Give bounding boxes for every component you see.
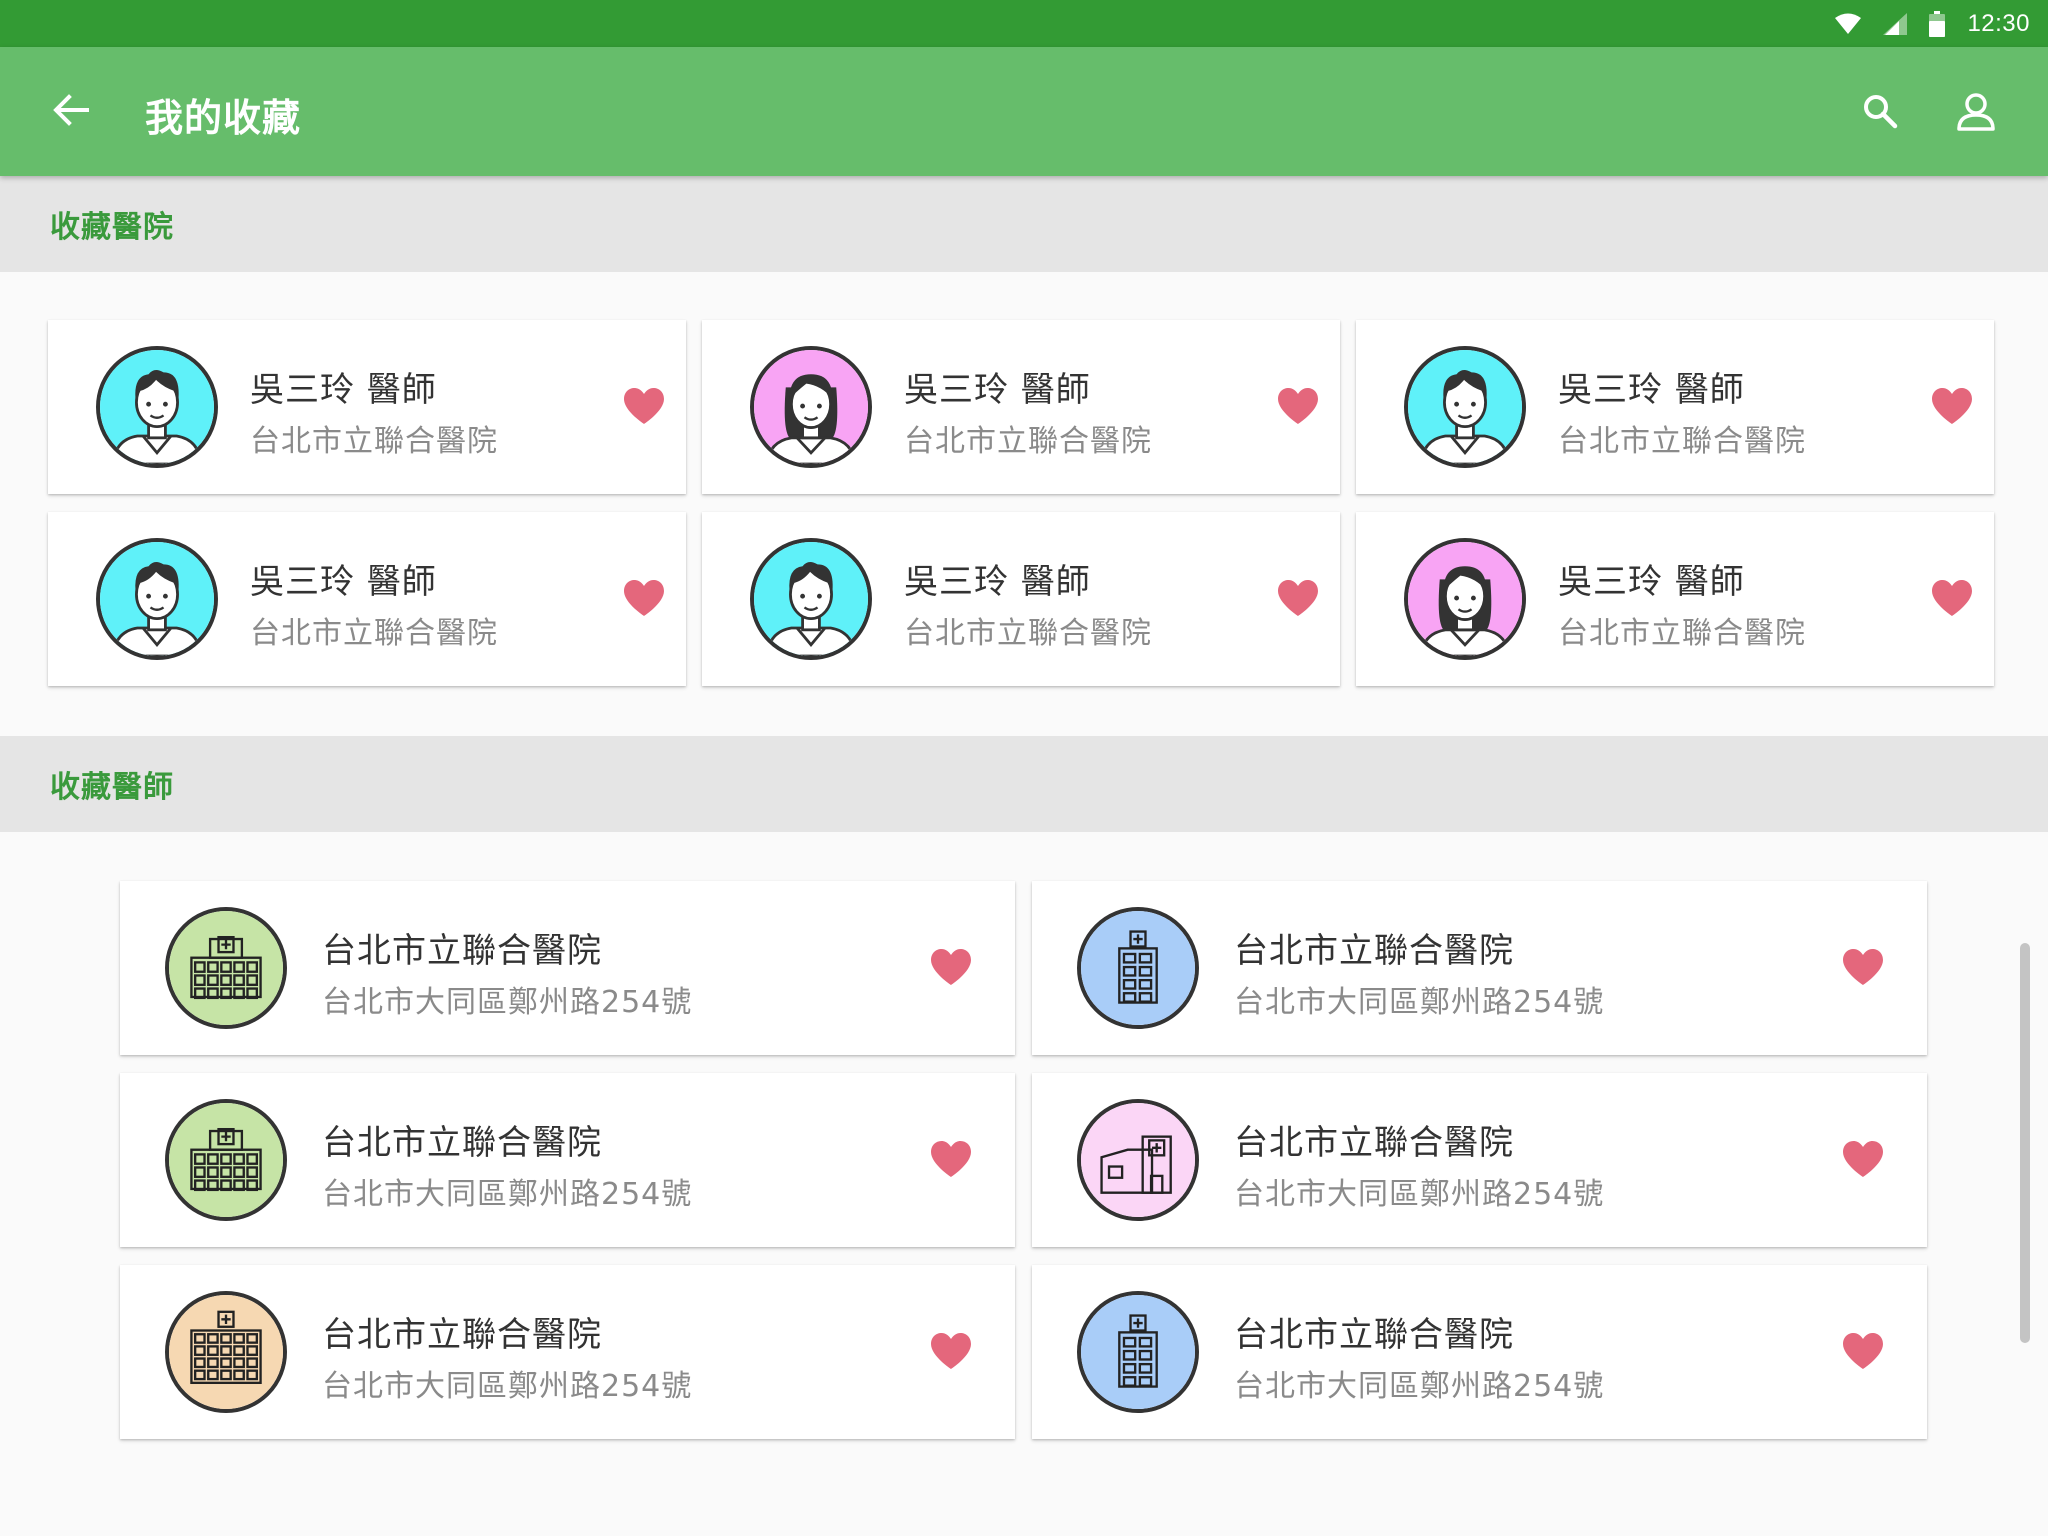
account-button[interactable] <box>1948 85 2004 141</box>
hospital-card[interactable]: 台北市立聯合醫院台北市大同區鄭州路254號 <box>120 881 1015 1055</box>
tall-hospital-building-icon <box>1077 907 1199 1029</box>
arrow-back-icon <box>53 94 89 130</box>
heart-icon[interactable] <box>1930 386 1974 426</box>
heart-icon[interactable] <box>929 1139 973 1179</box>
female-doctor-icon <box>1404 538 1526 660</box>
hospital-address: 台北市大同區鄭州路254號 <box>322 985 693 1020</box>
page-title: 我的收藏 <box>145 96 302 140</box>
heart-icon[interactable] <box>1276 386 1320 426</box>
section-header-favorite-doctors: 收藏醫師 <box>0 736 2048 832</box>
heart-icon[interactable] <box>1841 1331 1885 1371</box>
hospital-name: 台北市立聯合醫院 <box>1234 1123 1514 1163</box>
heart-icon[interactable] <box>622 578 666 618</box>
doctor-card[interactable]: 吳三玲 醫師台北市立聯合醫院 <box>48 320 686 494</box>
hospital-address: 台北市大同區鄭州路254號 <box>1234 985 1605 1020</box>
doctor-card[interactable]: 吳三玲 醫師台北市立聯合醫院 <box>1356 320 1994 494</box>
app-bar: 我的收藏 <box>0 47 2048 176</box>
back-button[interactable] <box>42 83 100 141</box>
doctor-hospital: 台北市立聯合醫院 <box>250 616 498 651</box>
doctor-name: 吳三玲 醫師 <box>904 370 1091 410</box>
hospital-address: 台北市大同區鄭州路254號 <box>322 1177 693 1212</box>
doctor-hospital: 台北市立聯合醫院 <box>1558 424 1806 459</box>
doctor-hospital: 台北市立聯合醫院 <box>1558 616 1806 651</box>
heart-icon[interactable] <box>1841 947 1885 987</box>
hospital-address: 台北市大同區鄭州路254號 <box>322 1369 693 1404</box>
battery-icon <box>1929 10 1946 37</box>
hospital-card[interactable]: 台北市立聯合醫院台北市大同區鄭州路254號 <box>1032 1265 1927 1439</box>
hospital-card[interactable]: 台北市立聯合醫院台北市大同區鄭州路254號 <box>1032 881 1927 1055</box>
doctor-name: 吳三玲 醫師 <box>904 562 1091 602</box>
hospital-name: 台北市立聯合醫院 <box>1234 1315 1514 1355</box>
heart-icon[interactable] <box>622 386 666 426</box>
doctor-card[interactable]: 吳三玲 醫師台北市立聯合醫院 <box>702 320 1340 494</box>
heart-icon[interactable] <box>1276 578 1320 618</box>
male-doctor-icon <box>96 346 218 468</box>
status-bar: 12:30 <box>0 0 2048 47</box>
female-doctor-icon <box>750 346 872 468</box>
heart-icon[interactable] <box>1841 1139 1885 1179</box>
status-time: 12:30 <box>1967 9 2030 37</box>
doctor-card[interactable]: 吳三玲 醫師台北市立聯合醫院 <box>702 512 1340 686</box>
doctor-hospital: 台北市立聯合醫院 <box>904 616 1152 651</box>
wide-hospital-building-icon <box>165 907 287 1029</box>
doctor-name: 吳三玲 醫師 <box>1558 370 1745 410</box>
heart-icon[interactable] <box>929 947 973 987</box>
doctor-name: 吳三玲 醫師 <box>250 370 437 410</box>
wide-hospital-building-icon <box>165 1099 287 1221</box>
section-header-favorite-hospitals: 收藏醫院 <box>0 176 2048 272</box>
hospital-card[interactable]: 台北市立聯合醫院台北市大同區鄭州路254號 <box>120 1073 1015 1247</box>
doctor-card[interactable]: 吳三玲 醫師台北市立聯合醫院 <box>48 512 686 686</box>
doctor-name: 吳三玲 醫師 <box>1558 562 1745 602</box>
hospital-name: 台北市立聯合醫院 <box>322 1123 602 1163</box>
hospital-name: 台北市立聯合醫院 <box>1234 931 1514 971</box>
search-icon <box>1862 93 1898 133</box>
hospital-card[interactable]: 台北市立聯合醫院台北市大同區鄭州路254號 <box>120 1265 1015 1439</box>
tall-hospital-building-icon <box>1077 1291 1199 1413</box>
wifi-icon <box>1835 13 1862 35</box>
hospital-name: 台北市立聯合醫院 <box>322 931 602 971</box>
hospital-card[interactable]: 台北市立聯合醫院台北市大同區鄭州路254號 <box>1032 1073 1927 1247</box>
doctor-name: 吳三玲 醫師 <box>250 562 437 602</box>
doctor-card[interactable]: 吳三玲 醫師台北市立聯合醫院 <box>1356 512 1994 686</box>
heart-icon[interactable] <box>1930 578 1974 618</box>
male-doctor-icon <box>750 538 872 660</box>
cellular-signal-icon <box>1883 12 1908 35</box>
heart-icon[interactable] <box>929 1331 973 1371</box>
scrollbar[interactable] <box>2020 943 2030 1343</box>
hospital-address: 台北市大同區鄭州路254號 <box>1234 1177 1605 1212</box>
male-doctor-icon <box>96 538 218 660</box>
search-button[interactable] <box>1852 85 1908 141</box>
doctor-hospital: 台北市立聯合醫院 <box>904 424 1152 459</box>
person-icon <box>1956 91 1996 135</box>
doctor-hospital: 台北市立聯合醫院 <box>250 424 498 459</box>
clinic-building-icon <box>1077 1099 1199 1221</box>
male-doctor-icon <box>1404 346 1526 468</box>
large-hospital-building-icon <box>165 1291 287 1413</box>
hospital-address: 台北市大同區鄭州路254號 <box>1234 1369 1605 1404</box>
hospital-name: 台北市立聯合醫院 <box>322 1315 602 1355</box>
